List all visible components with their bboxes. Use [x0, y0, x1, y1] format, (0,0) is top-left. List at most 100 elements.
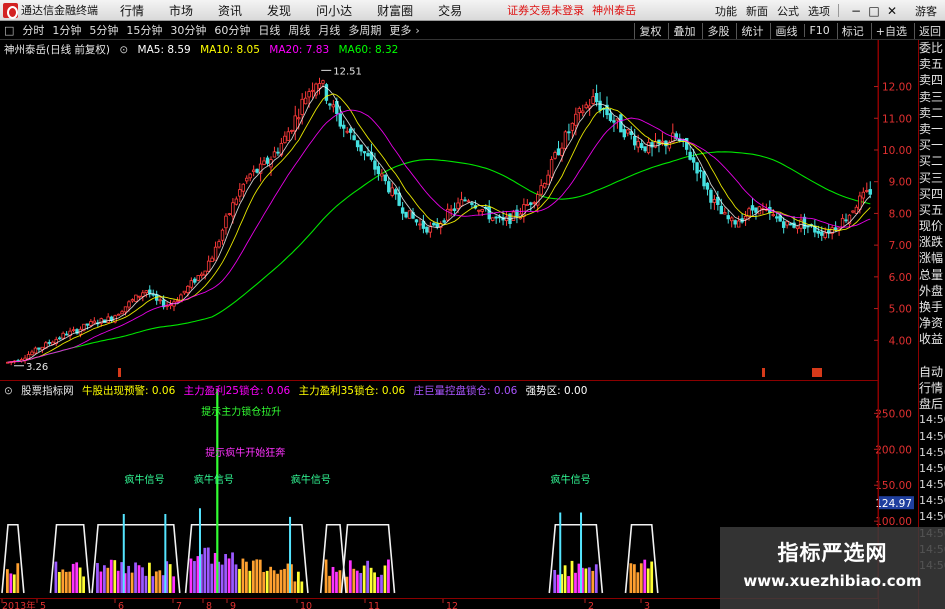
settings-icon[interactable]: ⊙	[119, 44, 128, 56]
candle-body	[816, 230, 821, 234]
candle-body	[397, 192, 401, 206]
period-30min[interactable]: 30分钟	[170, 22, 206, 38]
chevron-right-icon[interactable]: ›	[415, 24, 419, 37]
date-tick-label: 3	[644, 601, 650, 609]
candle-body	[688, 151, 692, 160]
period-daily[interactable]: 日线	[258, 22, 280, 38]
candle-body	[556, 148, 561, 156]
indicator-bar	[12, 574, 16, 593]
candle-body	[646, 141, 651, 154]
guest-label[interactable]: 游客	[915, 3, 937, 19]
candle-body	[539, 185, 543, 195]
indicator-bar	[632, 564, 636, 593]
indicator-item-2: 主力盈利35锁仓: 0.06	[298, 385, 406, 397]
candle-body	[407, 210, 412, 219]
tool-stats-button[interactable]: 统计	[736, 22, 767, 39]
menu-item-wealth[interactable]: 财富圈	[377, 2, 413, 19]
indicator-bar	[206, 547, 210, 593]
menu-item-trade[interactable]: 交易	[438, 2, 462, 19]
candle-body	[833, 227, 838, 231]
quote-label-19	[919, 348, 945, 364]
period-more[interactable]: 更多	[389, 22, 411, 38]
ma10-line	[7, 93, 871, 363]
tool-multi-stock-button[interactable]: 多股	[702, 22, 733, 39]
kline-chart[interactable]: 12.0011.0010.009.008.007.006.005.004.00 …	[0, 40, 918, 380]
menu-item-ask[interactable]: 问小达	[316, 2, 352, 19]
candle-body	[272, 151, 277, 158]
indicator-settings-icon[interactable]: ⊙	[4, 385, 13, 397]
login-warning[interactable]: 证券交易未登录	[507, 2, 584, 18]
indicator-bar	[362, 565, 366, 593]
menu-item-quotes[interactable]: 行情	[120, 2, 144, 19]
indicator-bar	[102, 565, 106, 593]
date-tick-label: 2013年	[2, 600, 36, 609]
hint-bull-run-label: 提示疯牛开始狂奔	[205, 446, 285, 459]
tool-adjust-button[interactable]: 复权	[634, 22, 665, 39]
tool-add-watchlist-button[interactable]: +自选	[870, 22, 911, 39]
square-icon[interactable]: □	[4, 24, 14, 37]
menu-item-market[interactable]: 市场	[169, 2, 193, 19]
candle-body	[30, 351, 34, 356]
period-weekly[interactable]: 周线	[288, 22, 310, 38]
quote-panel: 委比 卖五 卖四 卖三 卖二 卖一 买一 买二 买三 买四 买五 现价 涨跌 涨幅 总量 外盘 换手 净资 收益 自动…	[918, 40, 945, 609]
candle-body	[868, 189, 872, 195]
indicator-bar	[255, 559, 259, 593]
indicator-lines	[1, 389, 659, 594]
candle-body	[376, 166, 381, 175]
menu-function-button[interactable]: 功能	[715, 3, 737, 19]
indicator-bar	[355, 570, 359, 593]
period-multi[interactable]: 多周期	[348, 22, 381, 38]
tool-f10-button[interactable]: F10	[804, 24, 833, 37]
menu-options-button[interactable]: 选项	[808, 3, 830, 19]
ma10-label: MA10: 8.05	[200, 44, 260, 56]
indicator-bar	[286, 563, 290, 593]
candle-body	[622, 129, 627, 138]
indicator-bar	[151, 576, 155, 593]
candle-body	[71, 329, 76, 332]
candle-body	[158, 299, 162, 302]
kline-panel[interactable]: 12.00 11.00 10.00 9.00 8.00 7.00 6.00 5.00 4.00 …	[0, 40, 912, 380]
minimize-icon[interactable]: −	[847, 4, 865, 18]
indicator-bar	[348, 560, 352, 593]
indicator-bar	[251, 560, 255, 593]
candle-body	[529, 202, 533, 205]
menu-item-news[interactable]: 资讯	[218, 2, 242, 19]
indicator-bar	[220, 564, 224, 593]
quote-label-5: 卖一	[919, 121, 944, 136]
candle-body	[730, 217, 734, 222]
menu-new-page-button[interactable]: 新面	[746, 3, 768, 19]
maximize-icon[interactable]: □	[865, 4, 883, 18]
candle-body	[293, 115, 297, 132]
candle-body	[123, 306, 128, 313]
period-intraday[interactable]: 分时	[22, 22, 44, 38]
candle-body	[795, 226, 800, 230]
period-60min[interactable]: 60分钟	[214, 22, 250, 38]
candle-body	[352, 135, 356, 141]
period-15min[interactable]: 15分钟	[126, 22, 162, 38]
indicator-bar	[352, 568, 356, 593]
menu-item-discover[interactable]: 发现	[267, 2, 291, 19]
indicator-bar	[376, 577, 380, 593]
quote-label-20: 自动	[919, 364, 944, 379]
candle-body	[612, 120, 616, 123]
candle-body	[47, 342, 51, 344]
tool-overlay-button[interactable]: 叠加	[668, 22, 699, 39]
watermark-title: 指标严选网	[777, 541, 888, 565]
menu-formula-button[interactable]: 公式	[777, 3, 799, 19]
candle-body	[37, 347, 41, 350]
period-1min[interactable]: 1分钟	[52, 22, 81, 38]
candle-body	[373, 160, 377, 170]
indicator-bar	[245, 561, 248, 593]
tool-mark-button[interactable]: 标记	[836, 22, 868, 39]
tool-draw-button[interactable]: 画线	[770, 22, 801, 39]
quote-label-22: 盘后	[919, 397, 944, 412]
candle-body	[227, 213, 232, 216]
candle-body	[231, 202, 235, 217]
period-5min[interactable]: 5分钟	[89, 22, 118, 38]
indicator-item-0: 牛股出现预警: 0.06	[82, 385, 176, 397]
close-icon[interactable]: ✕	[883, 4, 901, 18]
candle-body	[141, 292, 145, 297]
period-monthly[interactable]: 月线	[318, 22, 340, 38]
tool-back-button[interactable]: 返回	[914, 22, 945, 39]
date-tick-label: 10	[300, 601, 312, 609]
